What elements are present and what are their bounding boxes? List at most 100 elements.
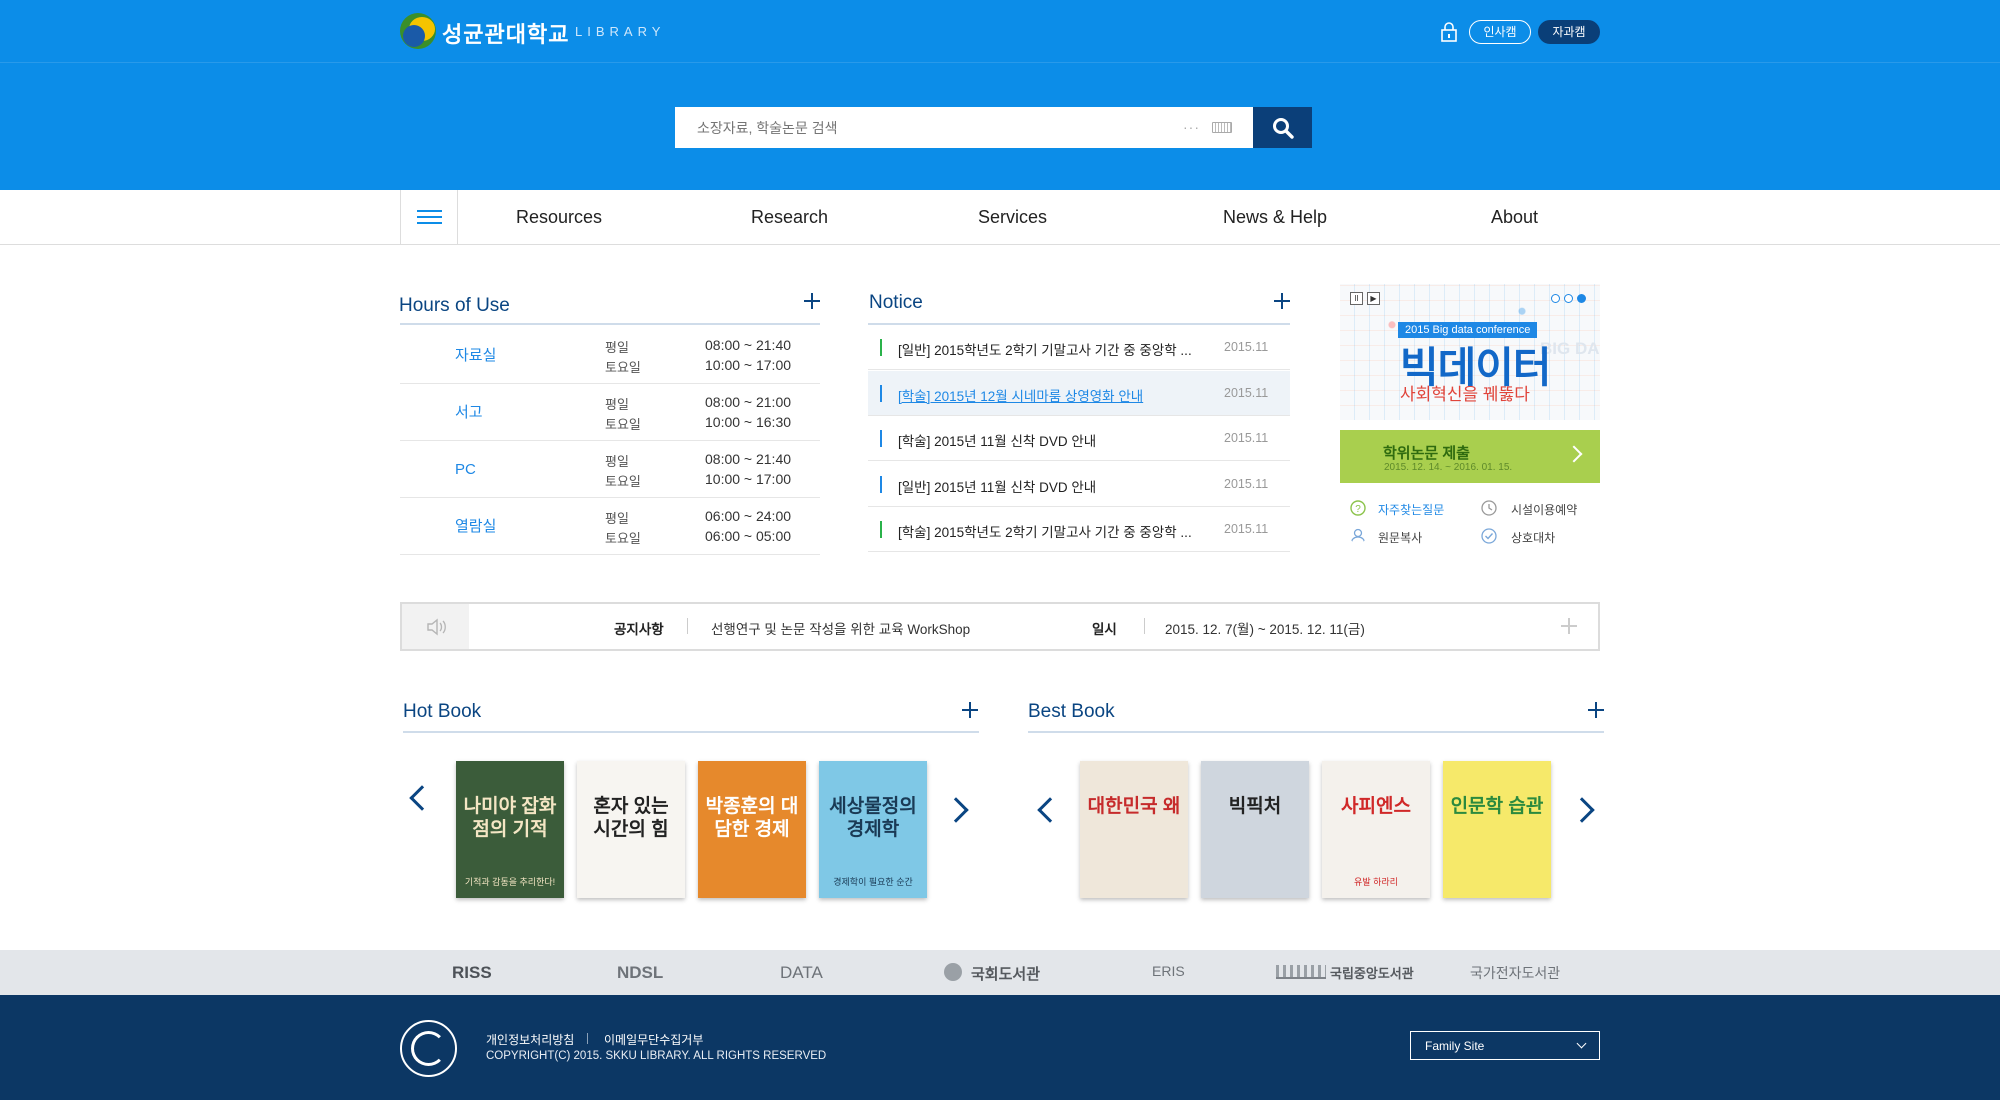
nav-item-services[interactable]: Services <box>978 207 1047 228</box>
notice-item-date: 2015.11 <box>1224 385 1269 400</box>
hours-place[interactable]: PC <box>455 441 476 498</box>
bestbook-cover[interactable]: 인문학 습관 <box>1443 761 1551 898</box>
notice-item[interactable]: [일반] 2015학년도 2학기 기말고사 기간 중 중앙학 ... 2015.… <box>868 325 1290 370</box>
notice-item[interactable]: [학술] 2015년 12월 시네마룸 상영영화 안내 2015.11 <box>868 370 1290 416</box>
partner-national-assembly-library[interactable]: 국회도서관 <box>971 963 1040 984</box>
hotbook-cover[interactable]: 박종훈의 대담한 경제 <box>698 761 806 898</box>
hours-day-saturday: 토요일 <box>605 531 641 546</box>
banner-pause-button[interactable]: II <box>1350 292 1363 305</box>
search-box: ··· <box>675 107 1253 148</box>
announcement-more-plus-icon[interactable] <box>1561 618 1577 634</box>
seal-inner <box>411 1031 446 1066</box>
partner-national-library-of-korea[interactable]: 국립중앙도서관 <box>1330 963 1414 982</box>
book-title: 혼자 있는 시간의 힘 <box>593 796 669 840</box>
book-caption: 기적과 감동을 추리한다! <box>464 877 556 887</box>
book-title: 세상물정의 경제학 <box>829 796 917 840</box>
search-button[interactable] <box>1253 107 1312 148</box>
announcement-text[interactable]: 선행연구 및 논문 작성을 위한 교육 WorkShop <box>711 618 970 638</box>
hotbook-more-plus-icon[interactable] <box>962 702 978 718</box>
bigdata-conference-banner[interactable]: BIG DA II ▶ 2015 Big data conference 빅데이… <box>1340 284 1600 420</box>
university-seal-icon <box>400 1020 457 1077</box>
partner-data[interactable]: DATA <box>780 963 823 983</box>
bestbook-divider <box>1028 731 1604 733</box>
search-input[interactable] <box>675 107 1175 148</box>
bestbook-prev-arrow-icon[interactable] <box>1037 797 1063 823</box>
hours-divider <box>400 323 820 325</box>
banner-page-dot[interactable] <box>1551 294 1560 303</box>
notice-item-text[interactable]: [일반] 2015학년도 2학기 기말고사 기간 중 중앙학 ... <box>898 339 1198 359</box>
hotbook-cover[interactable]: 혼자 있는 시간의 힘 <box>577 761 685 898</box>
bestbook-cover[interactable]: 대한민국 왜 <box>1080 761 1188 898</box>
partner-eris[interactable]: ERIS <box>1152 963 1185 979</box>
copyright-text: COPYRIGHT(C) 2015. SKKU LIBRARY. ALL RIG… <box>486 1050 827 1062</box>
announcement-date: 2015. 12. 7(월) ~ 2015. 12. 11(금) <box>1165 622 1365 637</box>
hours-row: PC 평일 토요일 08:00 ~ 21:40 10:00 ~ 17:00 <box>400 441 820 498</box>
bestbook-cover[interactable]: 사피엔스 유발 하라리 <box>1322 761 1430 898</box>
hotbook-prev-arrow-icon[interactable] <box>409 785 435 811</box>
nav-item-research[interactable]: Research <box>751 207 828 228</box>
hours-day-saturday: 토요일 <box>605 360 641 375</box>
quicklink-label: 원문복사 <box>1378 531 1423 545</box>
notice-title: Notice <box>869 292 923 313</box>
hours-day-saturday: 토요일 <box>605 474 641 489</box>
book-title: 빅픽처 <box>1228 796 1282 817</box>
hours-time-weekday: 06:00 ~ 24:00 <box>705 508 792 524</box>
more-options-icon[interactable]: ··· <box>1183 119 1200 135</box>
bestbook-next-arrow-icon[interactable] <box>1569 797 1595 823</box>
speaker-icon-box <box>402 604 469 649</box>
university-logo-icon[interactable] <box>400 13 436 49</box>
notice-item-text[interactable]: [학술] 2015학년도 2학기 기말고사 기간 중 중앙학 ... <box>898 521 1198 541</box>
notice-item[interactable]: [일반] 2015년 11월 신착 DVD 안내 2015.11 <box>868 462 1290 507</box>
nav-item-resources[interactable]: Resources <box>516 207 602 228</box>
hotbook-next-arrow-icon[interactable] <box>943 797 969 823</box>
hamburger-menu-button[interactable] <box>400 190 458 245</box>
thesis-submission-button[interactable]: 학위논문 제출 2015. 12. 14. ~ 2016. 01. 15. <box>1340 430 1600 483</box>
privacy-policy-link[interactable]: 개인정보처리방침 <box>486 1031 574 1048</box>
hotbook-divider <box>403 731 979 733</box>
notice-item[interactable]: [학술] 2015학년도 2학기 기말고사 기간 중 중앙학 ... 2015.… <box>868 507 1290 552</box>
footer <box>0 995 2000 1100</box>
hours-title: Hours of Use <box>399 295 510 316</box>
notice-item-text[interactable]: [학술] 2015년 11월 신착 DVD 안내 <box>898 430 1198 450</box>
bestbook-more-plus-icon[interactable] <box>1588 702 1604 718</box>
banner-page-dot[interactable] <box>1564 294 1573 303</box>
family-site-select[interactable]: Family Site <box>1410 1031 1600 1060</box>
campus-humanities-button[interactable]: 인사캠 <box>1469 20 1531 44</box>
hours-time-saturday: 10:00 ~ 17:00 <box>705 471 792 487</box>
main-nav: Resources Research Services News & Help … <box>0 190 2000 245</box>
hamburger-icon-bar <box>417 216 442 218</box>
hours-time-weekday: 08:00 ~ 21:40 <box>705 337 792 353</box>
bestbook-cover[interactable]: 빅픽처 <box>1201 761 1309 898</box>
notice-item[interactable]: [학술] 2015년 11월 신착 DVD 안내 2015.11 <box>868 416 1290 461</box>
notice-item-text[interactable]: [학술] 2015년 12월 시네마룸 상영영화 안내 <box>898 385 1198 405</box>
notice-item-date: 2015.11 <box>1224 522 1269 536</box>
email-refusal-link[interactable]: 이메일무단수집거부 <box>604 1031 703 1048</box>
hours-time-saturday: 10:00 ~ 16:30 <box>705 414 792 430</box>
footer-separator <box>587 1033 588 1044</box>
announcement-separator <box>687 618 688 634</box>
hours-place[interactable]: 열람실 <box>455 498 496 555</box>
hotbook-cover[interactable]: 세상물정의 경제학 경제학이 필요한 순간 <box>819 761 927 898</box>
book-caption: 유발 하라리 <box>1354 877 1398 887</box>
nav-item-news-help[interactable]: News & Help <box>1223 207 1327 228</box>
hotbook-cover[interactable]: 나미야 잡화점의 기적 기적과 감동을 추리한다! <box>456 761 564 898</box>
book-title: 인문학 습관 <box>1450 796 1544 817</box>
notice-more-plus-icon[interactable] <box>1274 293 1290 309</box>
hours-place[interactable]: 자료실 <box>455 327 496 384</box>
clock-icon <box>1481 500 1497 516</box>
chevron-down-icon <box>1576 1038 1587 1049</box>
campus-natural-sciences-button[interactable]: 자과캠 <box>1538 20 1600 44</box>
hours-place[interactable]: 서고 <box>455 384 483 441</box>
banner-page-dot-active[interactable] <box>1577 294 1586 303</box>
lock-icon[interactable] <box>1440 22 1458 42</box>
banner-play-button[interactable]: ▶ <box>1367 292 1380 305</box>
notice-item-text[interactable]: [일반] 2015년 11월 신착 DVD 안내 <box>898 476 1198 496</box>
partner-riss[interactable]: RISS <box>452 963 492 983</box>
partner-ndsl[interactable]: NDSL <box>617 963 663 983</box>
nav-item-about[interactable]: About <box>1491 207 1538 228</box>
partner-national-digital-library[interactable]: 국가전자도서관 <box>1470 963 1560 983</box>
keyboard-icon[interactable] <box>1212 122 1232 133</box>
quicklink-label: 상호대차 <box>1511 531 1556 545</box>
logo-text[interactable]: 성균관대학교 <box>442 17 569 49</box>
hours-more-plus-icon[interactable] <box>804 293 820 309</box>
